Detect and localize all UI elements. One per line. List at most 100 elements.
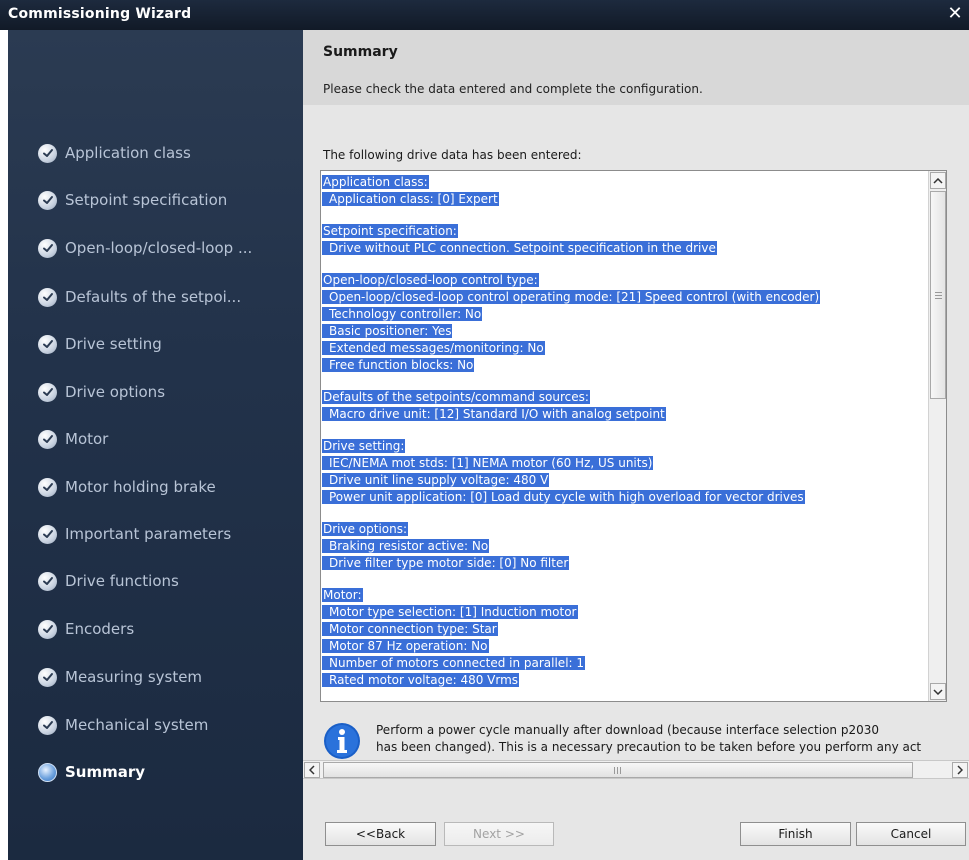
summary-line: Rated motor voltage: 480 Vrms [322, 672, 926, 689]
step-label: Summary [65, 763, 146, 781]
checkmark-icon [38, 715, 57, 735]
step-item[interactable]: Drive setting [38, 330, 162, 358]
vertical-scrollbar[interactable] [928, 171, 946, 701]
summary-intro: The following drive data has been entere… [323, 148, 582, 162]
summary-line: Braking resistor active: No [322, 538, 926, 555]
checkmark-icon [38, 477, 57, 497]
summary-line-text: IEC/NEMA mot stds: [1] NEMA motor (60 Hz… [322, 456, 654, 470]
step-item[interactable]: Motor holding brake [38, 473, 216, 501]
horizontal-scrollbar[interactable] [303, 760, 969, 779]
step-label: Open-loop/closed-loop ... [65, 239, 253, 257]
step-item[interactable]: Setpoint specification [38, 186, 227, 214]
step-item[interactable]: Encoders [38, 615, 134, 643]
scroll-thumb[interactable] [930, 191, 946, 399]
summary-line-text: Motor connection type: Star [322, 622, 498, 636]
summary-text[interactable]: Application class: Application class: [0]… [322, 174, 926, 701]
summary-textbox[interactable]: Application class: Application class: [0]… [320, 170, 947, 702]
summary-group: Motor: Motor type selection: [1] Inductio… [322, 587, 926, 689]
step-item[interactable]: Open-loop/closed-loop ... [38, 234, 252, 262]
page-title: Summary [323, 44, 398, 60]
checkmark-icon [38, 238, 57, 258]
summary-group-title-text: Drive setting: [322, 439, 406, 453]
cancel-button[interactable]: Cancel [856, 822, 966, 846]
summary-group-title: Setpoint specification: [322, 223, 926, 240]
summary-line: IEC/NEMA mot stds: [1] NEMA motor (60 Hz… [322, 455, 926, 472]
finish-button[interactable]: Finish [740, 822, 851, 846]
step-item[interactable]: Drive functions [38, 567, 179, 595]
summary-line-text: Drive unit line supply voltage: 480 V [322, 473, 550, 487]
step-item[interactable]: Summary [38, 758, 145, 786]
summary-group: Drive options: Braking resistor active: N… [322, 521, 926, 572]
step-label: Encoders [65, 620, 135, 638]
checkmark-icon [38, 429, 57, 449]
summary-group-title: Drive options: [322, 521, 926, 538]
scroll-right-button[interactable] [952, 762, 968, 778]
summary-line-text: Motor 87 Hz operation: No [322, 639, 489, 653]
step-label: Drive functions [65, 572, 179, 590]
checkmark-icon [38, 571, 57, 591]
summary-group-title-text: Application class: [322, 175, 429, 189]
chevron-up-icon [933, 177, 943, 184]
back-button[interactable]: <<Back [325, 822, 436, 846]
summary-group-title-text: Drive options: [322, 522, 409, 536]
grip-icon [935, 292, 942, 299]
step-label: Motor [65, 430, 109, 448]
grip-icon [614, 767, 621, 774]
checkmark-icon [38, 524, 57, 544]
summary-group-title: Application class: [322, 174, 926, 191]
step-item[interactable]: Mechanical system [38, 711, 208, 739]
summary-line-text: Free function blocks: No [322, 358, 475, 372]
summary-line-text: Macro drive unit: [12] Standard I/O with… [322, 407, 666, 421]
step-list: Application class Setpoint specification O… [8, 30, 303, 860]
summary-group-title-text: Setpoint specification: [322, 224, 458, 238]
step-item[interactable]: Defaults of the setpoi... [38, 283, 241, 311]
close-icon[interactable]: ✕ [945, 3, 965, 25]
step-item[interactable]: Motor [38, 425, 108, 453]
step-item[interactable]: Important parameters [38, 520, 231, 548]
step-item[interactable]: Drive options [38, 378, 165, 406]
summary-line: Basic positioner: Yes [322, 323, 926, 340]
step-item[interactable]: Measuring system [38, 663, 202, 691]
info-text: Perform a power cycle manually after dow… [376, 722, 921, 756]
checkmark-icon [38, 667, 57, 687]
summary-line: Application class: [0] Expert [322, 191, 926, 208]
step-label: Important parameters [65, 525, 232, 543]
checkmark-icon [38, 334, 57, 354]
step-label: Drive setting [65, 335, 162, 353]
summary-group: Setpoint specification: Drive without PLC… [322, 223, 926, 257]
summary-line-text: Drive filter type motor side: [0] No fil… [322, 556, 570, 570]
scroll-down-button[interactable] [930, 683, 946, 700]
next-button[interactable]: Next >> [444, 822, 554, 846]
summary-line-text: Open-loop/closed-loop control operating … [322, 290, 821, 304]
summary-group-title: Defaults of the setpoints/command source… [322, 389, 926, 406]
summary-line-text: Application class: [0] Expert [322, 192, 499, 206]
scroll-left-button[interactable] [304, 762, 320, 778]
step-label: Mechanical system [65, 716, 209, 734]
info-message: Perform a power cycle manually after dow… [323, 720, 969, 765]
summary-group: Defaults of the setpoints/command source… [322, 389, 926, 423]
title-bar: Commissioning Wizard ✕ [0, 0, 969, 30]
step-item[interactable]: Application class [38, 139, 191, 167]
summary-group: Application class: Application class: [0]… [322, 174, 926, 208]
wizard-body: Application class Setpoint specification O… [8, 30, 969, 860]
checkmark-icon [38, 143, 57, 163]
summary-line: Motor connection type: Star [322, 621, 926, 638]
summary-line: Motor type selection: [1] Induction moto… [322, 604, 926, 621]
step-label: Motor holding brake [65, 478, 216, 496]
summary-line: Drive without PLC connection. Setpoint s… [322, 240, 926, 257]
hscroll-thumb[interactable] [323, 762, 913, 778]
current-step-icon [38, 762, 57, 782]
summary-group-title: Motor: [322, 587, 926, 604]
summary-line: Macro drive unit: [12] Standard I/O with… [322, 406, 926, 423]
summary-group: Open-loop/closed-loop control type: Open-… [322, 272, 926, 374]
checkmark-icon [38, 619, 57, 639]
summary-line: Drive filter type motor side: [0] No fil… [322, 555, 926, 572]
summary-line: Motor 87 Hz operation: No [322, 638, 926, 655]
wizard-buttons: <<Back Next >> Finish Cancel [303, 810, 969, 850]
window-title: Commissioning Wizard [8, 6, 192, 22]
checkmark-icon [38, 382, 57, 402]
summary-group-title: Drive setting: [322, 438, 926, 455]
scroll-up-button[interactable] [930, 172, 946, 189]
chevron-down-icon [933, 688, 943, 695]
summary-group-title-text: Motor: [322, 588, 363, 602]
